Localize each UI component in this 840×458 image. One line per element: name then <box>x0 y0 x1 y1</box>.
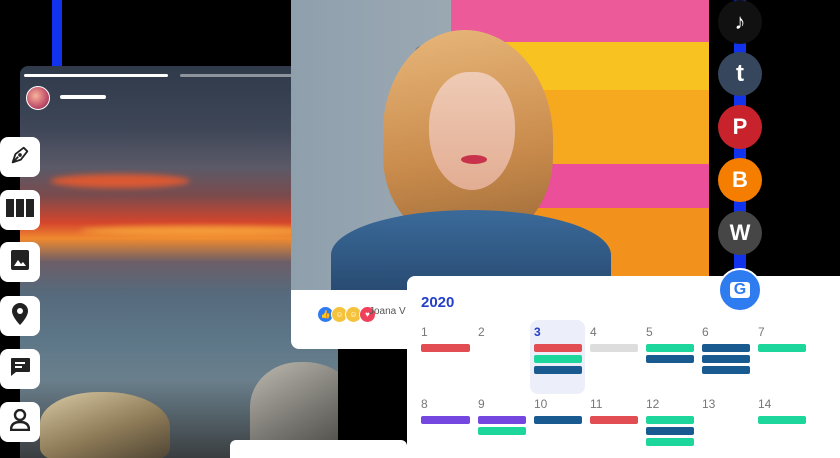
scheduled-post[interactable] <box>421 344 470 352</box>
google-business-button[interactable]: G <box>718 268 762 312</box>
tiktok-icon: ♪ <box>734 9 746 34</box>
scheduled-post[interactable] <box>478 427 526 435</box>
scheduled-post[interactable] <box>646 355 694 363</box>
image-icon <box>10 249 30 276</box>
calendar-day-today[interactable]: 3 <box>534 325 541 339</box>
reaction-icons[interactable]: 👍 ☺ ☺ ♥ <box>317 305 376 323</box>
calendar-day[interactable]: 4 <box>590 325 597 339</box>
calendar-day[interactable]: 12 <box>646 397 659 411</box>
reaction-names: Joana V <box>369 306 406 317</box>
face <box>429 72 515 190</box>
post-photo[interactable] <box>291 0 709 290</box>
editor-toolbar <box>0 0 40 458</box>
pen-tool-button[interactable] <box>0 137 40 177</box>
google-business-icon: G <box>730 281 750 298</box>
blogger-button[interactable]: B <box>718 158 762 202</box>
calendar-year: 2020 <box>421 294 455 311</box>
calendar-day[interactable]: 7 <box>758 325 765 339</box>
sunset-glow <box>80 226 320 236</box>
user-icon <box>9 408 31 436</box>
rock <box>40 392 170 458</box>
image-tool-button[interactable] <box>0 242 40 282</box>
pinterest-icon: P <box>732 114 748 139</box>
location-tool-button[interactable] <box>0 296 40 336</box>
tiktok-button[interactable]: ♪ <box>718 0 762 44</box>
lips <box>461 155 487 164</box>
story-username <box>60 95 106 99</box>
story-progress <box>24 74 320 77</box>
scheduled-post[interactable] <box>534 355 582 363</box>
scheduled-post[interactable] <box>534 344 582 352</box>
scheduled-post[interactable] <box>702 344 750 352</box>
timeline-line <box>52 0 62 66</box>
scheduled-post[interactable] <box>590 416 638 424</box>
scheduled-post[interactable] <box>646 416 694 424</box>
scheduled-post[interactable] <box>421 416 470 424</box>
scheduled-post[interactable] <box>646 438 694 446</box>
calendar-day[interactable]: 10 <box>534 397 547 411</box>
calendar-day[interactable]: 13 <box>702 397 715 411</box>
calendar-day[interactable]: 9 <box>478 397 485 411</box>
calendar-day[interactable]: 6 <box>702 325 709 339</box>
scheduled-post[interactable] <box>590 344 638 352</box>
blogger-icon: B <box>732 167 748 192</box>
pen-icon <box>9 144 31 171</box>
scheduled-post[interactable] <box>534 416 582 424</box>
calendar-day[interactable]: 1 <box>421 325 428 339</box>
calendar-day[interactable]: 2 <box>478 325 485 339</box>
columns-icon <box>6 198 34 222</box>
calendar-day[interactable]: 14 <box>758 397 771 411</box>
wordpress-icon: W <box>729 220 751 245</box>
scheduled-post[interactable] <box>646 427 694 435</box>
scheduled-post[interactable] <box>646 344 694 352</box>
scheduled-post[interactable] <box>702 355 750 363</box>
tumblr-icon: t <box>736 60 744 87</box>
story-progress-segment <box>24 74 168 77</box>
comment-icon <box>9 357 31 382</box>
content-calendar[interactable]: 2020 1 2 3 4 5 6 7 8 9 10 11 12 13 14 <box>407 276 840 458</box>
profile-tool-button[interactable] <box>0 402 40 442</box>
scheduled-post[interactable] <box>702 366 750 374</box>
pinterest-button[interactable]: P <box>718 105 762 149</box>
calendar-day[interactable]: 8 <box>421 397 428 411</box>
wordpress-button[interactable]: W <box>718 211 762 255</box>
sunset-glow <box>50 174 190 188</box>
location-pin-icon <box>12 302 28 330</box>
scheduled-post[interactable] <box>534 366 582 374</box>
scheduled-post[interactable] <box>758 416 806 424</box>
scheduled-post[interactable] <box>758 344 806 352</box>
bottom-card <box>230 440 407 458</box>
tumblr-button[interactable]: t <box>718 52 762 96</box>
comment-tool-button[interactable] <box>0 349 40 389</box>
scheduled-post[interactable] <box>478 416 526 424</box>
calendar-day[interactable]: 5 <box>646 325 653 339</box>
calendar-day[interactable]: 11 <box>590 397 602 411</box>
columns-tool-button[interactable] <box>0 190 40 230</box>
